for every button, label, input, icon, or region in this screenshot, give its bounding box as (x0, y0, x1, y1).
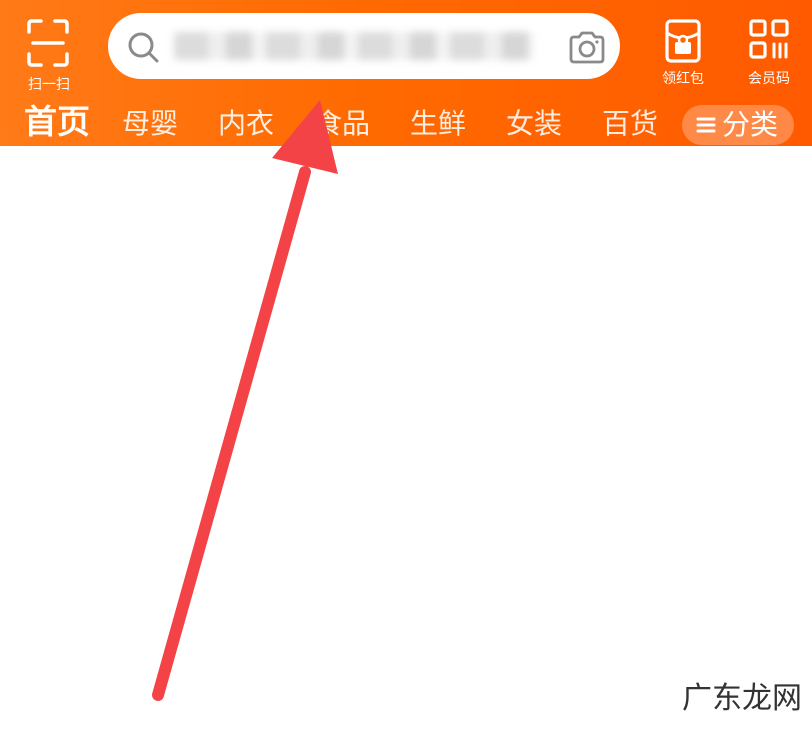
tab-womens-clothing[interactable]: 女装 (506, 104, 562, 144)
member-code-icon (749, 19, 789, 59)
tab-food[interactable]: 食品 (314, 104, 370, 144)
tab-underwear[interactable]: 内衣 (218, 104, 274, 144)
red-packet-icon (665, 19, 701, 63)
menu-icon (696, 117, 716, 133)
search-icon (128, 32, 159, 63)
category-button[interactable]: 分类 (682, 105, 794, 145)
camera-icon[interactable] (568, 30, 606, 64)
tab-maternal-baby[interactable]: 母婴 (122, 104, 178, 144)
tab-home[interactable]: 首页 (24, 102, 90, 142)
scan-label: 扫一扫 (28, 77, 70, 93)
top-bar: 扫一扫 领红包 会员码 (0, 0, 812, 100)
app-header: 扫一扫 领红包 会员码 首页 母婴 内衣 食品 生鲜 女装 百货 分类 (0, 0, 812, 146)
category-label: 分类 (722, 108, 779, 141)
member-code-label: 会员码 (748, 71, 790, 87)
search-bar[interactable] (108, 13, 620, 79)
scan-button[interactable]: 扫一扫 (14, 14, 84, 93)
tab-general-merchandise[interactable]: 百货 (602, 104, 658, 144)
red-packet-label: 领红包 (662, 71, 704, 87)
search-placeholder (174, 32, 534, 60)
tab-fresh[interactable]: 生鲜 (410, 104, 466, 144)
member-code-button[interactable]: 会员码 (734, 14, 804, 88)
scan-icon (27, 19, 69, 67)
watermark: 广东龙网 (676, 680, 808, 718)
red-packet-button[interactable]: 领红包 (650, 14, 716, 88)
